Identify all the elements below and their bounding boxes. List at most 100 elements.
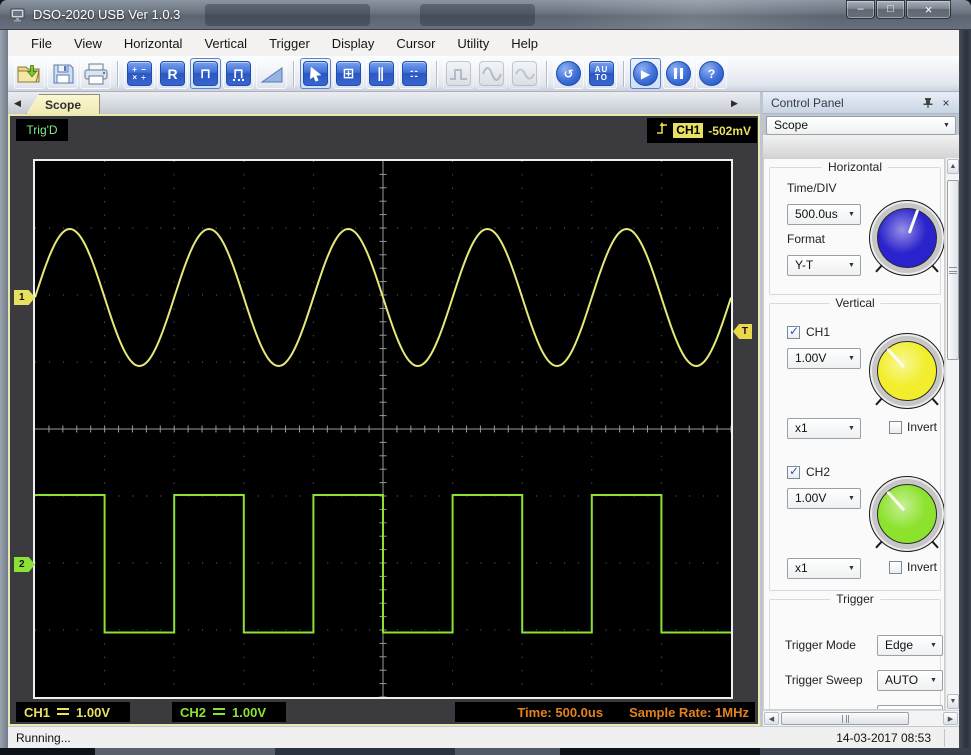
horizontal-scrollbar-thumb[interactable] xyxy=(781,712,909,725)
tab-scroll-right-icon[interactable]: ▶ xyxy=(727,95,742,111)
ch1-position-knob[interactable] xyxy=(869,333,944,409)
ch2-probe-select[interactable]: x1 ▼ xyxy=(787,558,861,579)
pause-icon xyxy=(666,61,691,86)
toolbar-separator xyxy=(117,60,118,87)
ch1-probe-select[interactable]: x1 ▼ xyxy=(787,418,861,439)
timediv-label: Time/DIV xyxy=(787,181,837,195)
ch1-enable-checkbox[interactable]: ✓ xyxy=(787,324,800,339)
pulse-icon: ⊓ xyxy=(193,61,218,86)
open-button[interactable] xyxy=(14,58,45,89)
status-datetime: 14-03-2017 08:53 xyxy=(836,731,931,745)
tab-scope[interactable]: Scope xyxy=(26,94,100,114)
trigger-sweep-select[interactable]: AUTO ▼ xyxy=(877,670,943,691)
menu-display[interactable]: Display xyxy=(321,32,386,55)
window-title: DSO-2020 USB Ver 1.0.3 xyxy=(33,7,181,22)
scope-waveform-display xyxy=(35,161,731,697)
toolbar-separator xyxy=(546,60,547,87)
step-wave-button xyxy=(443,58,474,89)
reference-button[interactable]: R xyxy=(157,58,188,89)
title-bar[interactable]: DSO-2020 USB Ver 1.0.3 – □ × xyxy=(0,0,971,30)
sine-wave2-button xyxy=(509,58,540,89)
refresh-button[interactable]: ↺ xyxy=(553,58,584,89)
pulse-mode-button[interactable]: ⊓ xyxy=(190,58,221,89)
tab-scroll-left-icon[interactable]: ◀ xyxy=(10,95,25,111)
autoset-button[interactable]: AU TO xyxy=(586,58,617,89)
menu-cursor[interactable]: Cursor xyxy=(385,32,446,55)
ch2-position-knob[interactable] xyxy=(869,476,944,552)
cursor-select-button[interactable] xyxy=(300,58,331,89)
vertical-cursors-button[interactable]: ∥ xyxy=(366,58,397,89)
ch1-probe-value: x1 xyxy=(795,421,808,435)
minimize-button[interactable]: – xyxy=(846,0,875,19)
sample-rate-readout: Sample Rate: 1MHz xyxy=(629,704,749,720)
save-button[interactable] xyxy=(47,58,78,89)
horizontal-cursors-button[interactable]: -- -- xyxy=(399,58,430,89)
format-value: Y-T xyxy=(795,258,814,272)
horizontal-position-knob[interactable] xyxy=(869,200,944,276)
grid-icon: ⊞ xyxy=(336,61,361,86)
vertical-scrollbar-thumb[interactable] xyxy=(947,180,959,360)
desktop-strip xyxy=(0,748,971,755)
trigger-sweep-label: Trigger Sweep xyxy=(785,673,863,687)
ramp-button[interactable] xyxy=(256,58,287,89)
save-icon xyxy=(51,62,75,86)
menu-trigger[interactable]: Trigger xyxy=(258,32,321,55)
scroll-down-icon[interactable]: ▼ xyxy=(947,694,959,709)
application-window: DSO-2020 USB Ver 1.0.3 – □ × File View Hor… xyxy=(0,0,971,755)
math-button[interactable]: + − × ÷ xyxy=(124,58,155,89)
sine-wave-button xyxy=(476,58,507,89)
scroll-right-icon[interactable]: ▶ xyxy=(943,712,958,725)
edge-trigger-icon xyxy=(657,121,668,141)
pin-icon[interactable] xyxy=(921,96,935,110)
control-panel-horizontal-scrollbar[interactable]: ◀ ▶ xyxy=(763,710,959,726)
control-panel-header: Control Panel × xyxy=(763,92,959,114)
menu-vertical[interactable]: Vertical xyxy=(193,32,258,55)
maximize-button[interactable]: □ xyxy=(876,0,905,19)
ch1-invert-label: Invert xyxy=(907,420,938,434)
titlebar-background-artifact xyxy=(205,4,370,26)
format-select[interactable]: Y-T ▼ xyxy=(787,255,861,276)
ch2-scale-select[interactable]: 1.00V ▼ xyxy=(787,488,861,509)
format-label: Format xyxy=(787,232,826,246)
knob-pointer xyxy=(907,209,919,234)
trigger-mode-label: Trigger Mode xyxy=(785,638,856,652)
printer-icon xyxy=(83,62,109,86)
trigger-mode-select[interactable]: Edge ▼ xyxy=(877,635,943,656)
help-button[interactable]: ? xyxy=(696,58,727,89)
print-button[interactable] xyxy=(80,58,111,89)
scroll-left-icon[interactable]: ◀ xyxy=(764,712,779,725)
timediv-select[interactable]: 500.0us ▼ xyxy=(787,204,861,225)
ch2-enable-checkbox[interactable]: ✓ xyxy=(787,464,800,479)
ch2-invert-checkbox[interactable] xyxy=(889,561,902,574)
run-button[interactable]: ▶ xyxy=(630,58,661,89)
control-panel-close-icon[interactable]: × xyxy=(939,96,953,110)
ch2-coupling-icon xyxy=(213,708,226,716)
trigger-level-value: -502mV xyxy=(708,123,751,138)
grid-button[interactable]: ⊞ xyxy=(333,58,364,89)
ch2-label: CH2 xyxy=(806,465,831,479)
ch2-status-readout: CH2 1.00V xyxy=(172,702,286,722)
menu-horizontal[interactable]: Horizontal xyxy=(113,32,194,55)
scroll-up-icon[interactable]: ▲ xyxy=(947,159,959,174)
knob-pointer xyxy=(885,347,905,369)
chevron-down-icon: ▼ xyxy=(930,642,937,649)
vertical-cursors-icon: ∥ xyxy=(369,61,394,86)
control-panel-vertical-scrollbar[interactable]: ▲ ▼ xyxy=(945,158,959,710)
menu-view[interactable]: View xyxy=(63,32,113,55)
ch1-invert-checkbox[interactable] xyxy=(889,421,902,434)
time-per-div-readout: Time: 500.0us xyxy=(517,704,604,720)
close-button[interactable]: × xyxy=(906,0,951,19)
ch1-status-readout: CH1 1.00V xyxy=(16,702,130,722)
menu-utility[interactable]: Utility xyxy=(446,32,500,55)
ch1-scale-value: 1.00V xyxy=(795,351,827,365)
desktop-strip-patch xyxy=(95,748,275,755)
window-border-left xyxy=(0,30,8,748)
panel-mode-select[interactable]: Scope ▼ xyxy=(766,116,956,135)
menu-help[interactable]: Help xyxy=(500,32,549,55)
menu-file[interactable]: File xyxy=(20,32,63,55)
ch2-invert-label: Invert xyxy=(907,560,938,574)
pulse-levels-button[interactable]: ⊓ xyxy=(223,58,254,89)
ch1-scale-select[interactable]: 1.00V ▼ xyxy=(787,348,861,369)
trigger-mode-value: Edge xyxy=(885,638,914,652)
pause-button[interactable] xyxy=(663,58,694,89)
